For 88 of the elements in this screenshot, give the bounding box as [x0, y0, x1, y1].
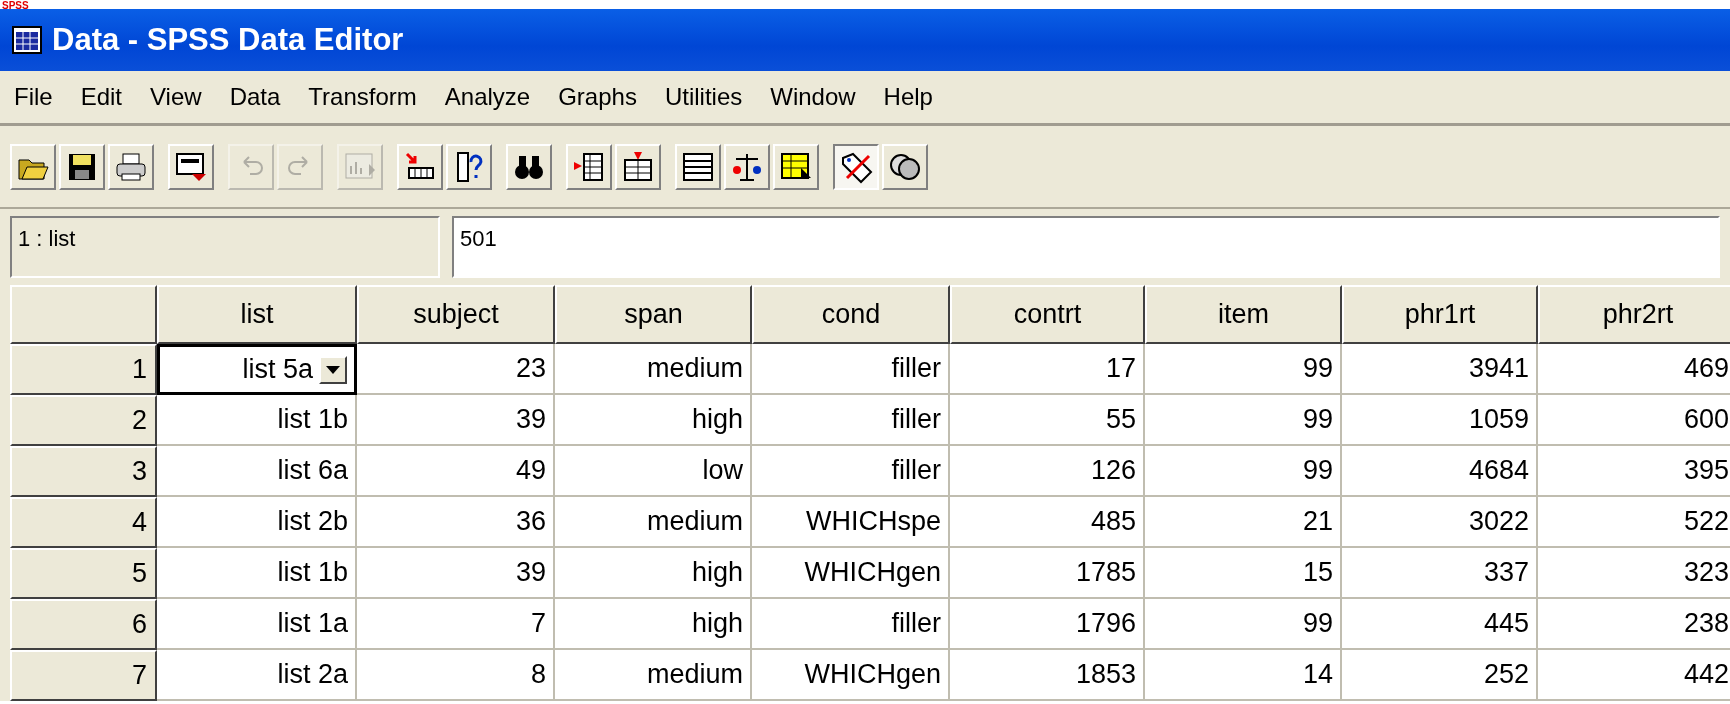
table-cell[interactable]: filler	[752, 344, 950, 395]
table-cell[interactable]: medium	[555, 650, 752, 701]
table-cell[interactable]: 39	[357, 548, 555, 599]
table-cell[interactable]: 1059	[1342, 395, 1538, 446]
column-header[interactable]: subject	[357, 285, 555, 344]
table-cell[interactable]: filler	[752, 446, 950, 497]
menu-item[interactable]: Utilities	[664, 83, 743, 111]
table-cell[interactable]: 99	[1145, 344, 1342, 395]
column-header[interactable]: span	[555, 285, 752, 344]
table-cell[interactable]: filler	[752, 395, 950, 446]
menu-item[interactable]: File	[14, 83, 53, 111]
column-header[interactable]: phr2rt	[1538, 285, 1730, 344]
table-cell[interactable]: 252	[1342, 650, 1538, 701]
table-cell[interactable]: list 1b	[157, 395, 357, 446]
row-header[interactable]: 7	[10, 650, 157, 701]
table-cell[interactable]: list 2a	[157, 650, 357, 701]
table-cell[interactable]: list 2b	[157, 497, 357, 548]
menu-item[interactable]: Data	[229, 83, 281, 111]
table-cell[interactable]: 3941	[1342, 344, 1538, 395]
table-cell[interactable]: 1853	[950, 650, 1145, 701]
spreadsheet-icon	[12, 26, 42, 54]
table-cell[interactable]: WHICHspe	[752, 497, 950, 548]
table-cell[interactable]: 445	[1342, 599, 1538, 650]
table-cell[interactable]: 55	[950, 395, 1145, 446]
table-cell[interactable]: high	[555, 548, 752, 599]
table-cell[interactable]: WHICHgen	[752, 548, 950, 599]
table-cell[interactable]: 126	[950, 446, 1145, 497]
table-cell[interactable]: 395	[1538, 446, 1730, 497]
table-cell[interactable]: list 6a	[157, 446, 357, 497]
column-header[interactable]: phr1rt	[1342, 285, 1538, 344]
cell-value-field[interactable]: 501	[452, 216, 1720, 278]
table-cell[interactable]: 469	[1538, 344, 1730, 395]
table-cell[interactable]: 4684	[1342, 446, 1538, 497]
column-header[interactable]: cond	[752, 285, 950, 344]
window-title: Data - SPSS Data Editor	[52, 22, 404, 58]
table-cell[interactable]: 49	[357, 446, 555, 497]
logo-text: SPSS	[2, 0, 29, 12]
table-cell[interactable]: 485	[950, 497, 1145, 548]
menu-item[interactable]: Edit	[80, 83, 123, 111]
table-cell[interactable]: list 1b	[157, 548, 357, 599]
menu-item[interactable]: Transform	[308, 83, 417, 111]
row-header[interactable]: 3	[10, 446, 157, 497]
table-cell[interactable]: low	[555, 446, 752, 497]
table-cell[interactable]: 21	[1145, 497, 1342, 548]
table-cell[interactable]: 3022	[1342, 497, 1538, 548]
table-cell[interactable]: 442	[1538, 650, 1730, 701]
table-cell[interactable]: 36	[357, 497, 555, 548]
table-cell[interactable]: 99	[1145, 446, 1342, 497]
table-cell[interactable]: 39	[357, 395, 555, 446]
row-header[interactable]: 6	[10, 599, 157, 650]
menu-item[interactable]: Analyze	[444, 83, 531, 111]
menu-item[interactable]: Window	[770, 83, 856, 111]
table-cell[interactable]: 1785	[950, 548, 1145, 599]
table-cell[interactable]: list 1a	[157, 599, 357, 650]
row-header[interactable]: 2	[10, 395, 157, 446]
table-cell[interactable]: 7	[357, 599, 555, 650]
table-cell[interactable]: 14	[1145, 650, 1342, 701]
row-header[interactable]: 4	[10, 497, 157, 548]
table-cell[interactable]: medium	[555, 497, 752, 548]
table-cell[interactable]: 23	[357, 344, 555, 395]
row-header[interactable]: 1	[10, 344, 157, 395]
table-cell[interactable]: 99	[1145, 599, 1342, 650]
table-cell[interactable]: 522	[1538, 497, 1730, 548]
table-cell[interactable]: 99	[1145, 395, 1342, 446]
table-cell[interactable]: 17	[950, 344, 1145, 395]
table-cell[interactable]: 600	[1538, 395, 1730, 446]
column-header[interactable]: item	[1145, 285, 1342, 344]
menu-item[interactable]: View	[150, 83, 202, 111]
table-cell[interactable]: WHICHgen	[752, 650, 950, 701]
table-cell[interactable]: 238	[1538, 599, 1730, 650]
insert-row-icon	[621, 149, 655, 184]
table-cell[interactable]: 8	[357, 650, 555, 701]
table-cell[interactable]: 337	[1342, 548, 1538, 599]
column-header[interactable]: contrt	[950, 285, 1145, 344]
table-cell[interactable]: high	[555, 395, 752, 446]
toolbar-button[interactable]	[833, 143, 879, 190]
column-header[interactable]: list	[157, 285, 357, 344]
table-cell[interactable]: 1796	[950, 599, 1145, 650]
table-cell[interactable]: 15	[1145, 548, 1342, 599]
table-cell[interactable]: filler	[752, 599, 950, 650]
cell-reference: 1 : list	[10, 216, 440, 278]
menu-item[interactable]: Help	[883, 83, 933, 111]
table-cell[interactable]: high	[555, 599, 752, 650]
table-cell[interactable]: 323	[1538, 548, 1730, 599]
menu-item[interactable]: Graphs	[558, 83, 637, 111]
row-header[interactable]: 5	[10, 548, 157, 599]
table-cell[interactable]: medium	[555, 344, 752, 395]
table-cell[interactable]: list 5a	[157, 344, 357, 395]
